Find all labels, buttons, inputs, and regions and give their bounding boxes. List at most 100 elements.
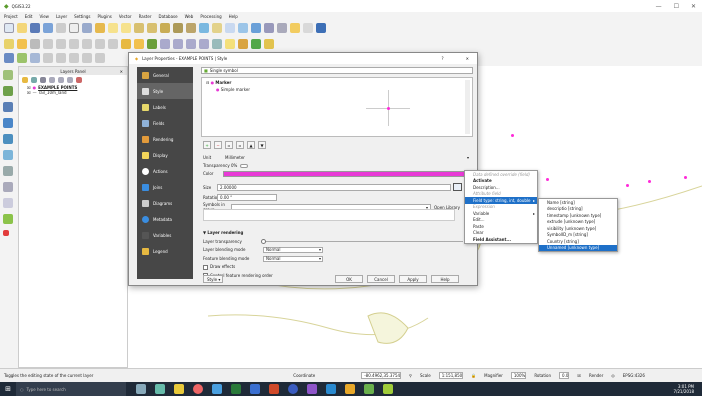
menu-processing[interactable]: Processing [200, 14, 221, 19]
add-gpx-icon[interactable] [3, 214, 13, 224]
onenote-icon[interactable] [307, 384, 317, 394]
firefox-icon[interactable] [288, 384, 298, 394]
move-up-icon[interactable]: ▲ [247, 141, 255, 149]
crs-icon[interactable]: ◎ [611, 373, 615, 378]
zoom-layer-icon[interactable] [147, 23, 157, 33]
close-window-icon[interactable]: ✕ [691, 3, 696, 10]
help-button[interactable]: Help [431, 275, 459, 283]
word-icon[interactable] [250, 384, 260, 394]
menu-edit[interactable]: Edit [25, 14, 33, 19]
add-raster-icon[interactable] [17, 53, 27, 63]
transparency-slider[interactable] [240, 163, 249, 168]
menu-view[interactable]: View [39, 14, 49, 19]
duplicate-icon[interactable]: ▫ [236, 141, 244, 149]
change-label-icon[interactable] [199, 39, 209, 49]
deselect-icon[interactable] [238, 23, 248, 33]
map-point[interactable] [511, 134, 514, 137]
menu-project[interactable]: Project [4, 14, 18, 19]
cancel-button[interactable]: Cancel [367, 275, 395, 283]
rotation-field[interactable]: 0.0 [559, 372, 570, 379]
ok-button[interactable]: OK [335, 275, 363, 283]
add-spatialite-icon[interactable] [43, 53, 53, 63]
vertex-tool-icon[interactable] [56, 39, 66, 49]
plugin-icon[interactable] [251, 39, 261, 49]
menu-field-type[interactable]: Field type: string, int, double ▸ [465, 197, 537, 204]
attribute-table-icon[interactable] [251, 23, 261, 33]
shape-icon[interactable] [264, 39, 274, 49]
add-vector-icon[interactable] [4, 53, 14, 63]
manage-map-themes-icon[interactable] [40, 77, 46, 83]
save-as-icon[interactable] [43, 23, 53, 33]
magnifier-field[interactable]: 100% [510, 372, 527, 379]
style-button[interactable]: Style ▾ [203, 275, 223, 283]
rotation-input[interactable]: 0.00 ° [217, 193, 277, 201]
taskbar-clock[interactable]: 3:01 PM 7/21/2018 [673, 384, 694, 394]
checkbox-icon[interactable]: ☒ [27, 90, 31, 95]
tree-simple-marker[interactable]: ● Simple marker [202, 87, 472, 92]
layer-transparency-slider[interactable] [261, 239, 463, 245]
nav-rendering[interactable]: Rendering [137, 131, 193, 147]
identify-icon[interactable] [212, 23, 222, 33]
nav-legend[interactable]: Legend [137, 243, 193, 259]
collapse-icon[interactable]: ▼ [203, 230, 206, 235]
remove-layer-button[interactable]: − [214, 141, 222, 149]
menu-help[interactable]: Help [229, 14, 238, 19]
add-group-icon[interactable] [31, 77, 37, 83]
nav-labels[interactable]: Labels [137, 99, 193, 115]
current-edits-icon[interactable] [4, 39, 14, 49]
add-wms-layer-icon[interactable] [3, 118, 13, 128]
measure-icon[interactable] [277, 23, 287, 33]
cut-features-icon[interactable] [82, 39, 92, 49]
menu-layer[interactable]: Layer [56, 14, 67, 19]
layout-manager-icon[interactable] [69, 23, 79, 33]
layer-blending-select[interactable]: Normal ▾ [263, 247, 323, 254]
map-point[interactable] [626, 184, 629, 187]
add-temp-icon[interactable] [3, 198, 13, 208]
task-view-icon[interactable] [136, 384, 146, 394]
zoom-full-icon[interactable] [134, 23, 144, 33]
move-down-icon[interactable]: ▼ [258, 141, 266, 149]
tree-marker[interactable]: ⊟ ● Marker [202, 78, 472, 87]
qgis-task-icon[interactable] [345, 384, 355, 394]
powerpoint-icon[interactable] [269, 384, 279, 394]
add-csv-icon[interactable] [3, 166, 13, 176]
menu-field-assistant[interactable]: Field Assistant... [465, 236, 537, 243]
refresh-icon[interactable] [199, 23, 209, 33]
zoom-selection-icon[interactable] [160, 23, 170, 33]
size-input[interactable]: 2.00000 [217, 183, 451, 191]
statistics-icon[interactable] [264, 23, 274, 33]
remove-layer-icon[interactable] [76, 77, 82, 83]
render-checkbox[interactable]: ☒ [577, 373, 581, 378]
style-layer-icon[interactable] [22, 77, 28, 83]
open-project-icon[interactable] [17, 23, 27, 33]
app2-icon[interactable] [383, 384, 393, 394]
unit-select[interactable]: Millimeter ▾ [223, 154, 471, 161]
menu-raster[interactable]: Raster [139, 14, 152, 19]
maximize-icon[interactable]: ☐ [674, 3, 679, 10]
slider-handle[interactable] [261, 239, 266, 245]
pan-to-selection-icon[interactable] [95, 23, 105, 33]
menu-vector[interactable]: Vector [119, 14, 132, 19]
menu-database[interactable]: Database [158, 14, 177, 19]
add-wms-icon[interactable] [56, 53, 66, 63]
lock-scale-icon[interactable]: 🔒 [471, 373, 476, 378]
new-shapefile-icon[interactable] [95, 53, 105, 63]
renderer-select[interactable]: ■ Single symbol [201, 67, 473, 74]
menu-web[interactable]: Web [185, 14, 194, 19]
lock-icon[interactable]: ▫ [225, 141, 233, 149]
feature-blending-select[interactable]: Normal ▾ [263, 256, 323, 262]
symbol-library-grid[interactable] [203, 209, 455, 221]
add-feature-icon[interactable] [43, 39, 53, 49]
move-label-icon[interactable] [186, 39, 196, 49]
excel-icon[interactable] [231, 384, 241, 394]
map-point[interactable] [684, 176, 687, 179]
browser-icon[interactable] [238, 39, 248, 49]
menu-settings[interactable]: Settings [74, 14, 90, 19]
nav-joins[interactable]: Joins [137, 179, 193, 195]
zoom-last-icon[interactable] [173, 23, 183, 33]
collapse-all-icon[interactable] [67, 77, 73, 83]
nav-variables[interactable]: Variables [137, 227, 193, 243]
add-postgis-icon[interactable] [30, 53, 40, 63]
zoom-in-icon[interactable] [108, 23, 118, 33]
show-hide-labels-icon[interactable] [212, 39, 222, 49]
